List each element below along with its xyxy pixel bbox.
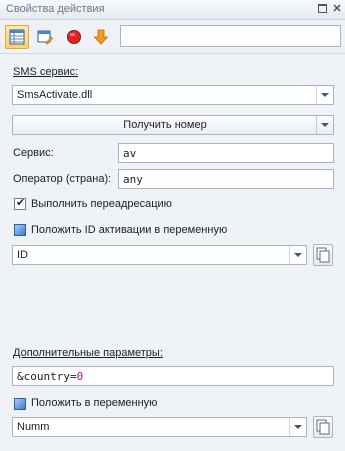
operator-label: Оператор (страна): (13, 173, 112, 185)
store-id-checkbox[interactable] (14, 224, 26, 236)
edit-view-button[interactable] (33, 25, 57, 49)
store-var-label[interactable]: Положить в переменную (31, 397, 157, 409)
extra-params-section-label: Дополнительные параметры: (13, 347, 163, 359)
panel-title: Свойства действия (6, 3, 105, 15)
copy-var-name-button[interactable] (313, 416, 333, 438)
operator-value: any (123, 173, 143, 186)
chevron-down-icon[interactable] (289, 418, 306, 436)
window-edit-icon (37, 30, 53, 45)
get-number-label: Получить номер (123, 119, 207, 131)
store-var-checkbox[interactable] (14, 398, 26, 410)
operator-field[interactable]: any (118, 169, 334, 189)
properties-view-button[interactable] (5, 25, 29, 49)
move-down-button[interactable] (89, 25, 113, 49)
copy-id-variable-button[interactable] (313, 244, 333, 266)
var-name-value: Numm (17, 421, 50, 433)
id-variable-value: ID (17, 249, 28, 261)
copy-icon (316, 247, 330, 263)
id-variable-combobox[interactable]: ID (12, 245, 307, 265)
service-label: Сервис: (13, 147, 54, 159)
get-number-button[interactable]: Получить номер (12, 115, 334, 135)
service-field[interactable]: av (118, 143, 334, 163)
close-icon[interactable]: ✕ (330, 2, 344, 16)
stop-icon (67, 30, 81, 44)
sms-service-value: SmsActivate.dll (17, 89, 93, 101)
extra-params-value: &country=0 (17, 370, 83, 383)
service-value: av (123, 147, 137, 160)
chevron-down-icon[interactable] (316, 86, 333, 104)
arrow-down-icon (93, 29, 109, 45)
params-number: 0 (76, 370, 84, 383)
copy-icon (316, 419, 330, 435)
var-name-combobox[interactable]: Numm (12, 417, 307, 437)
chevron-down-icon[interactable] (316, 116, 333, 134)
sms-service-combobox[interactable]: SmsActivate.dll (12, 85, 334, 105)
sms-service-section-label: SMS сервис: (13, 66, 79, 78)
chevron-down-icon[interactable] (289, 246, 306, 264)
store-id-label[interactable]: Положить ID активации в переменную (31, 224, 227, 236)
params-prefix: &country= (17, 370, 77, 383)
stop-button[interactable] (62, 25, 86, 49)
extra-params-field[interactable]: &country=0 (12, 366, 334, 386)
toolbar-search-input[interactable] (120, 25, 341, 47)
pin-icon[interactable] (315, 2, 329, 16)
redirect-label[interactable]: Выполнить переадресацию (31, 198, 172, 210)
table-icon (9, 29, 25, 45)
redirect-checkbox[interactable] (14, 196, 26, 210)
